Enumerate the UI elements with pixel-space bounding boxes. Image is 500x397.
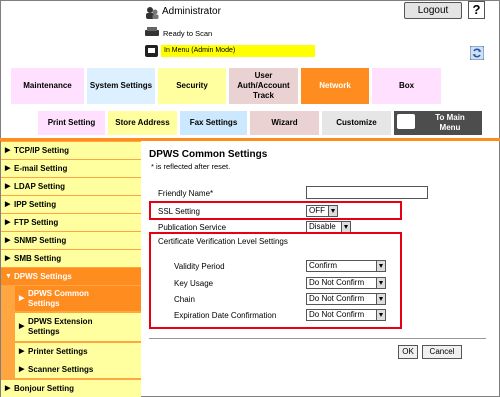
content-divider xyxy=(149,338,486,339)
sidebar-item-ipp[interactable]: ▶ IPP Setting xyxy=(1,196,141,213)
arrow-down-icon: ▼ xyxy=(5,273,12,280)
chevron-down-icon xyxy=(376,294,385,304)
arrow-right-icon: ▶ xyxy=(19,294,25,302)
tab-network[interactable]: Network xyxy=(300,67,370,105)
arrow-right-icon: ▶ xyxy=(19,323,25,330)
expiration-date-label: Expiration Date Confirmation xyxy=(174,311,277,320)
arrow-right-icon: ▶ xyxy=(5,237,11,244)
tab-store-address[interactable]: Store Address xyxy=(107,110,178,136)
key-usage-label: Key Usage xyxy=(174,279,214,288)
help-button[interactable]: ? xyxy=(468,1,485,19)
scanner-icon xyxy=(145,27,159,36)
sidebar-item-smb[interactable]: ▶ SMB Setting xyxy=(1,250,141,267)
chevron-down-icon xyxy=(328,206,337,216)
tab-system-settings[interactable]: System Settings xyxy=(86,67,156,105)
arrow-right-icon: ▶ xyxy=(19,348,25,355)
sidebar-item-label: SMB Setting xyxy=(14,254,62,263)
ssl-setting-label: SSL Setting xyxy=(158,207,200,216)
friendly-name-input[interactable] xyxy=(306,186,428,199)
reset-note: * is reflected after reset. xyxy=(151,162,231,171)
sidebar-item-label: IPP Setting xyxy=(14,200,57,209)
key-usage-value: Do Not Confirm xyxy=(309,278,365,287)
page-title: DPWS Common Settings xyxy=(149,149,268,160)
ssl-setting-select[interactable]: OFF xyxy=(306,205,338,217)
chevron-down-icon xyxy=(376,261,385,271)
cancel-button[interactable]: Cancel xyxy=(422,345,462,359)
tab-maintenance[interactable]: Maintenance xyxy=(10,67,85,105)
arrow-right-icon: ▶ xyxy=(5,165,11,172)
tab-fax-settings[interactable]: Fax Settings xyxy=(179,110,248,136)
chevron-down-icon xyxy=(376,278,385,288)
sidebar-item-label: FTP Setting xyxy=(14,218,59,227)
sidebar-item-label: SNMP Setting xyxy=(14,236,67,245)
tab-print-setting[interactable]: Print Setting xyxy=(37,110,106,136)
sidebar-item-email[interactable]: ▶ E-mail Setting xyxy=(1,160,141,177)
arrow-right-icon: ▶ xyxy=(5,147,11,154)
admin-mode-icon xyxy=(145,45,158,57)
sidebar-item-label: Bonjour Setting xyxy=(14,384,74,393)
publication-service-label: Publication Service xyxy=(158,223,227,232)
sidebar-item-dpws-common[interactable]: ▶ DPWS Common Settings xyxy=(15,286,141,311)
sidebar-item-printer-settings[interactable]: ▶ Printer Settings xyxy=(15,343,141,361)
validity-period-value: Confirm xyxy=(309,261,338,270)
sidebar: ▶ TCP/IP Setting ▶ E-mail Setting ▶ LDAP Se… xyxy=(1,141,141,397)
sidebar-item-scanner-settings[interactable]: ▶ Scanner Settings xyxy=(15,361,141,378)
sidebar-item-label: DPWS Common Settings xyxy=(28,288,89,308)
arrow-right-icon: ▶ xyxy=(5,385,11,392)
sidebar-item-dpws-extension[interactable]: ▶ DPWS Extension Settings xyxy=(15,313,141,341)
key-usage-select[interactable]: Do Not Confirm xyxy=(306,277,386,289)
tab-customize[interactable]: Customize xyxy=(321,110,392,136)
mode-indicator: In Menu (Admin Mode) xyxy=(161,45,315,57)
chevron-down-icon xyxy=(341,222,350,232)
tab-security[interactable]: Security xyxy=(157,67,227,105)
sidebar-item-tcpip[interactable]: ▶ TCP/IP Setting xyxy=(1,142,141,159)
arrow-right-icon: ▶ xyxy=(5,183,11,190)
chevron-down-icon xyxy=(376,310,385,320)
arrow-right-icon: ▶ xyxy=(5,219,11,226)
ssl-setting-value: OFF xyxy=(309,206,325,215)
sidebar-item-label: DPWS Settings xyxy=(14,272,72,281)
validity-period-label: Validity Period xyxy=(174,262,225,271)
sidebar-item-snmp[interactable]: ▶ SNMP Setting xyxy=(1,232,141,249)
sidebar-item-ftp[interactable]: ▶ FTP Setting xyxy=(1,214,141,231)
expiration-date-select[interactable]: Do Not Confirm xyxy=(306,309,386,321)
sidebar-item-label: E-mail Setting xyxy=(14,164,68,173)
logout-button[interactable]: Logout xyxy=(404,2,462,19)
sidebar-item-label: LDAP Setting xyxy=(14,182,65,191)
tab-wizard[interactable]: Wizard xyxy=(249,110,320,136)
validity-period-select[interactable]: Confirm xyxy=(306,260,386,272)
certificate-verification-title: Certificate Verification Level Settings xyxy=(158,237,288,246)
arrow-right-icon: ▶ xyxy=(5,201,11,208)
sidebar-item-ldap[interactable]: ▶ LDAP Setting xyxy=(1,178,141,195)
user-name: Administrator xyxy=(162,6,221,17)
tab-user-auth[interactable]: User Auth/Account Track xyxy=(228,67,299,105)
main-menu-icon xyxy=(397,114,415,129)
sidebar-item-label: Printer Settings xyxy=(28,347,88,356)
sidebar-item-label: Scanner Settings xyxy=(28,364,94,374)
publication-service-value: Disable xyxy=(309,222,336,231)
administrator-icon xyxy=(146,7,159,19)
device-status: Ready to Scan xyxy=(163,29,213,38)
friendly-name-label: Friendly Name* xyxy=(158,189,214,198)
to-main-menu-label: To Main Menu xyxy=(435,113,465,132)
chain-select[interactable]: Do Not Confirm xyxy=(306,293,386,305)
sidebar-item-label: DPWS Extension Settings xyxy=(28,317,93,336)
chain-value: Do Not Confirm xyxy=(309,294,365,303)
sidebar-item-bonjour[interactable]: ▶ Bonjour Setting xyxy=(1,380,141,397)
tab-box[interactable]: Box xyxy=(371,67,442,105)
ok-button[interactable]: OK xyxy=(398,345,418,359)
sidebar-item-dpws[interactable]: ▼ DPWS Settings xyxy=(1,268,141,285)
expiration-date-value: Do Not Confirm xyxy=(309,310,365,319)
refresh-icon[interactable] xyxy=(470,46,484,60)
arrow-right-icon: ▶ xyxy=(19,365,25,373)
chain-label: Chain xyxy=(174,295,195,304)
arrow-right-icon: ▶ xyxy=(5,255,11,262)
sidebar-item-label: TCP/IP Setting xyxy=(14,146,69,155)
